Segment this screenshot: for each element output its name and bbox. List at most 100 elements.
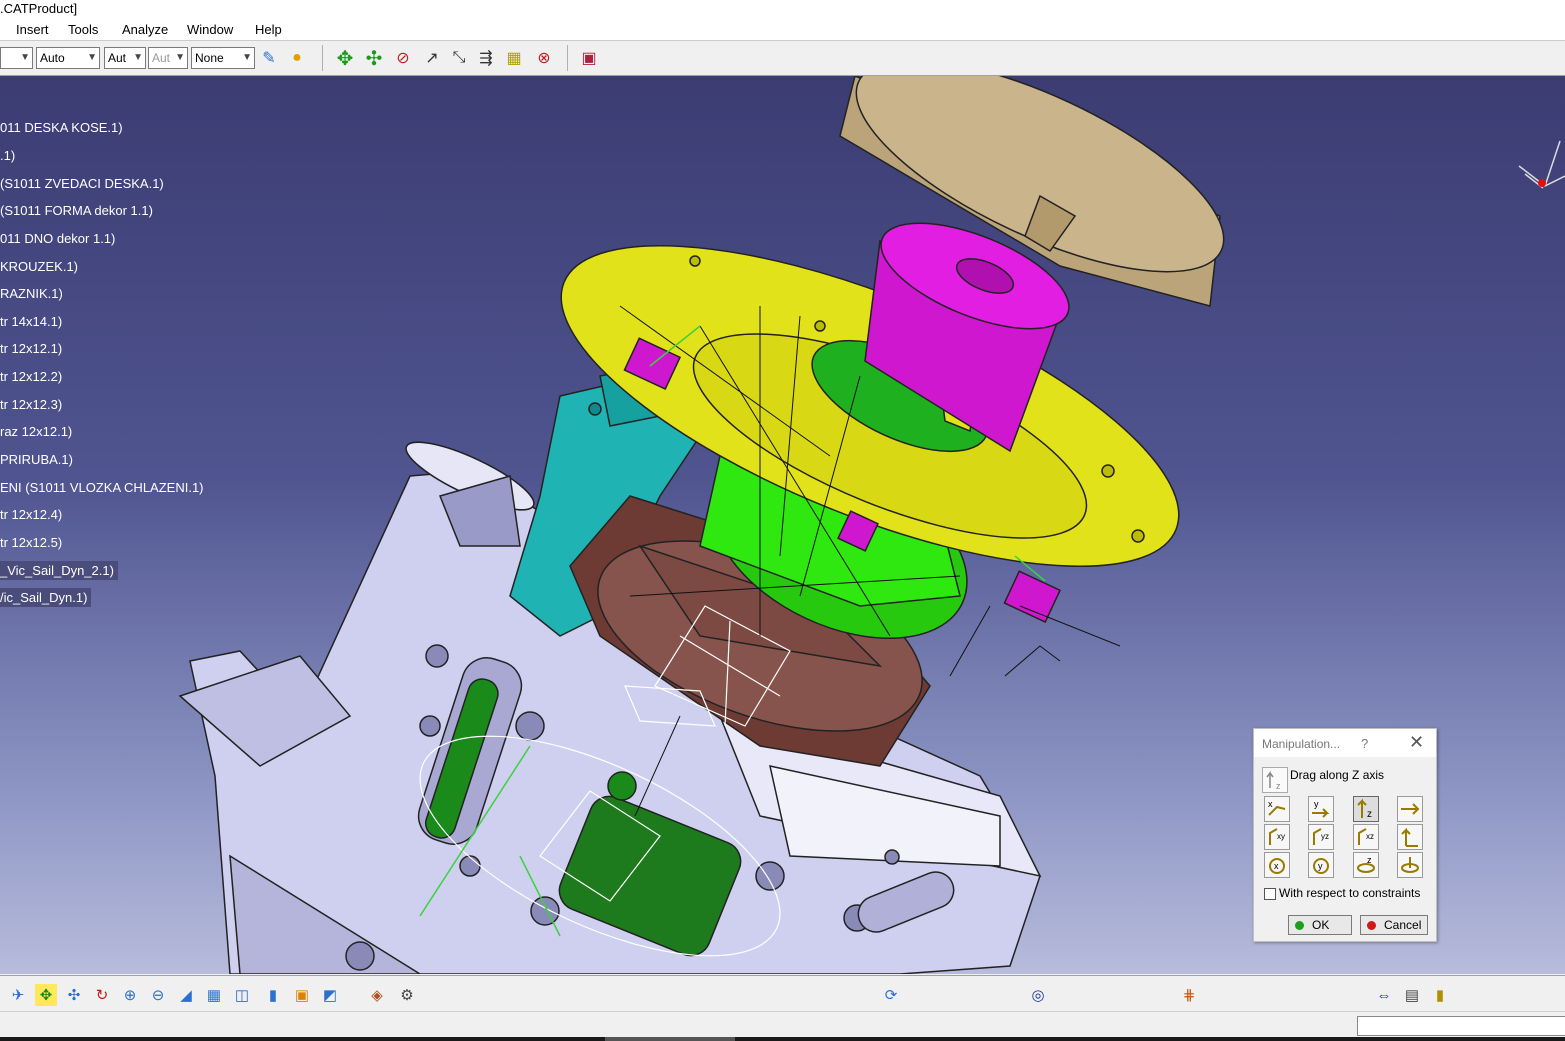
drag-z-axis-button[interactable]: z bbox=[1353, 796, 1379, 822]
catalog-icon[interactable]: ▣ bbox=[577, 46, 601, 70]
dialog-title: Manipulation... bbox=[1262, 737, 1341, 751]
tree-node[interactable]: 011 DNO dekor 1.1) bbox=[0, 229, 119, 248]
properties-icon[interactable]: ● bbox=[285, 46, 309, 70]
hide-show-icon[interactable]: ▣ bbox=[291, 984, 313, 1006]
multi-view-icon[interactable]: ▦ bbox=[203, 984, 225, 1006]
fit-all-icon[interactable]: ✥ bbox=[35, 984, 57, 1006]
tree-node[interactable]: RAZNIK.1) bbox=[0, 284, 67, 303]
chevron-down-icon: ▼ bbox=[87, 52, 97, 63]
update-icon[interactable]: ⟳ bbox=[880, 984, 902, 1006]
tree-node[interactable]: .1) bbox=[0, 146, 19, 165]
tree-node[interactable]: tr 12x12.2) bbox=[0, 367, 66, 386]
menu-analyze[interactable]: Analyze bbox=[122, 22, 168, 37]
drag-along-line-button[interactable] bbox=[1397, 796, 1423, 822]
pan-icon[interactable]: ✣ bbox=[63, 984, 85, 1006]
rotate-around-axis-button[interactable] bbox=[1397, 852, 1423, 878]
tree-node[interactable]: /ic_Sail_Dyn.1) bbox=[0, 588, 92, 607]
command-input[interactable] bbox=[1357, 1016, 1565, 1036]
transparency-combo[interactable]: Auto ▼ bbox=[36, 47, 100, 69]
taskbar-item bbox=[605, 1037, 735, 1041]
drag-along-plane-button[interactable] bbox=[1397, 824, 1423, 850]
grid-icon[interactable]: ⋕ bbox=[1178, 984, 1200, 1006]
chevron-down-icon: ▼ bbox=[242, 52, 252, 63]
tree-node[interactable]: _Vic_Sail_Dyn_2.1) bbox=[0, 561, 118, 580]
ok-icon bbox=[1295, 921, 1304, 930]
svg-text:x: x bbox=[1274, 861, 1279, 871]
iso-view-icon[interactable]: ◫ bbox=[231, 984, 253, 1006]
swap-space-icon[interactable]: ◩ bbox=[319, 984, 341, 1006]
toolbar-separator bbox=[567, 45, 568, 71]
refresh-icon[interactable]: ◎ bbox=[1027, 984, 1049, 1006]
lamp-icon[interactable]: ▮ bbox=[1429, 984, 1451, 1006]
snap-icon[interactable]: ✣ bbox=[362, 46, 386, 70]
drag-xy-plane-button[interactable]: xy bbox=[1264, 824, 1290, 850]
rotate-y-axis-button[interactable]: y bbox=[1308, 852, 1334, 878]
ok-button[interactable]: OK bbox=[1288, 915, 1352, 935]
tree-node[interactable]: (S1011 FORMA dekor 1.1) bbox=[0, 201, 157, 220]
line-thickness-combo[interactable]: Aut ▼ bbox=[104, 47, 146, 69]
menu-insert[interactable]: Insert bbox=[16, 22, 49, 37]
tree-node[interactable]: tr 12x12.4) bbox=[0, 505, 66, 524]
bill-of-material-icon[interactable]: ⇶ bbox=[474, 46, 498, 70]
color-combo[interactable]: ▼ bbox=[0, 47, 33, 69]
rotate-icon[interactable]: ↻ bbox=[91, 984, 113, 1006]
cancel-button[interactable]: Cancel bbox=[1360, 915, 1428, 935]
svg-text:xy: xy bbox=[1277, 832, 1285, 841]
layer-combo[interactable]: None ▼ bbox=[191, 47, 255, 69]
svg-text:z: z bbox=[1367, 809, 1372, 820]
line-type-combo[interactable]: Aut ▼ bbox=[148, 47, 188, 69]
tree-node[interactable]: 011 DESKA KOSE.1) bbox=[0, 118, 127, 137]
menu-window[interactable]: Window bbox=[187, 22, 233, 37]
line-type-value: Aut bbox=[152, 51, 171, 65]
tree-node[interactable]: tr 14x14.1) bbox=[0, 312, 66, 331]
rotate-x-axis-button[interactable]: x bbox=[1264, 852, 1290, 878]
tree-node[interactable]: PRIRUBA.1) bbox=[0, 450, 77, 469]
move-icon[interactable]: ✥ bbox=[333, 46, 357, 70]
rotate-z-axis-button[interactable]: z bbox=[1353, 852, 1379, 878]
settings-icon[interactable]: ⚙ bbox=[396, 984, 418, 1006]
drag-xz-plane-button[interactable]: xz bbox=[1353, 824, 1379, 850]
svg-text:xz: xz bbox=[1366, 832, 1374, 841]
tree-node[interactable]: KROUZEK.1) bbox=[0, 257, 82, 276]
tree-node[interactable]: tr 12x12.5) bbox=[0, 533, 66, 552]
stop-manipulate-icon[interactable]: ⤡ bbox=[447, 46, 471, 70]
svg-text:yz: yz bbox=[1321, 832, 1329, 841]
chevron-down-icon: ▼ bbox=[175, 52, 185, 63]
shading-icon[interactable]: ▮ bbox=[262, 984, 284, 1006]
line-thickness-value: Aut bbox=[108, 51, 127, 65]
measure-icon[interactable]: ▦ bbox=[502, 46, 526, 70]
menu-help[interactable]: Help bbox=[255, 22, 282, 37]
render-icon[interactable]: ◈ bbox=[366, 984, 388, 1006]
measure-between-icon[interactable]: ⇔ bbox=[1373, 984, 1395, 1006]
graphic-properties-toolbar: ▼ Auto ▼ Aut ▼ Aut ▼ None ▼ ✎ ● ✥ ✣ ⊘ ↗ ⤡ ⇶ … bbox=[0, 41, 1565, 76]
fly-mode-icon[interactable]: ✈ bbox=[7, 984, 29, 1006]
dialog-title-bar: Manipulation... ? ✕ bbox=[1254, 729, 1436, 757]
drag-x-axis-button[interactable]: x bbox=[1264, 796, 1290, 822]
compass-icon[interactable] bbox=[1515, 126, 1565, 226]
normal-view-icon[interactable]: ◢ bbox=[175, 984, 197, 1006]
drag-y-axis-button[interactable]: y bbox=[1308, 796, 1334, 822]
drag-yz-plane-button[interactable]: yz bbox=[1308, 824, 1334, 850]
svg-text:z: z bbox=[1276, 781, 1281, 791]
analysis-icon[interactable]: ⊗ bbox=[532, 46, 556, 70]
window-title: .CATProduct] bbox=[0, 1, 78, 16]
zoom-out-icon[interactable]: ⊖ bbox=[147, 984, 169, 1006]
manipulation-dialog: Manipulation... ? ✕ z Drag along Z axis … bbox=[1253, 728, 1437, 942]
tree-node[interactable]: raz 12x12.1) bbox=[0, 422, 76, 441]
tree-node[interactable]: tr 12x12.1) bbox=[0, 339, 66, 358]
zoom-in-icon[interactable]: ⊕ bbox=[119, 984, 141, 1006]
smart-move-icon[interactable]: ⊘ bbox=[391, 46, 415, 70]
menu-tools[interactable]: Tools bbox=[68, 22, 98, 37]
tree-node[interactable]: (S1011 ZVEDACI DESKA.1) bbox=[0, 174, 168, 193]
help-button[interactable]: ? bbox=[1361, 736, 1368, 751]
chevron-down-icon: ▼ bbox=[133, 52, 143, 63]
current-mode-label: Drag along Z axis bbox=[1290, 768, 1385, 782]
explode-icon[interactable]: ↗ bbox=[420, 46, 444, 70]
close-button[interactable]: ✕ bbox=[1409, 732, 1424, 753]
status-bar bbox=[0, 1011, 1565, 1038]
constraints-checkbox[interactable] bbox=[1264, 888, 1276, 900]
tree-node[interactable]: ENI (S1011 VLOZKA CHLAZENI.1) bbox=[0, 478, 208, 497]
scan-icon[interactable]: ▤ bbox=[1401, 984, 1423, 1006]
painter-icon[interactable]: ✎ bbox=[257, 46, 281, 70]
tree-node[interactable]: tr 12x12.3) bbox=[0, 395, 66, 414]
